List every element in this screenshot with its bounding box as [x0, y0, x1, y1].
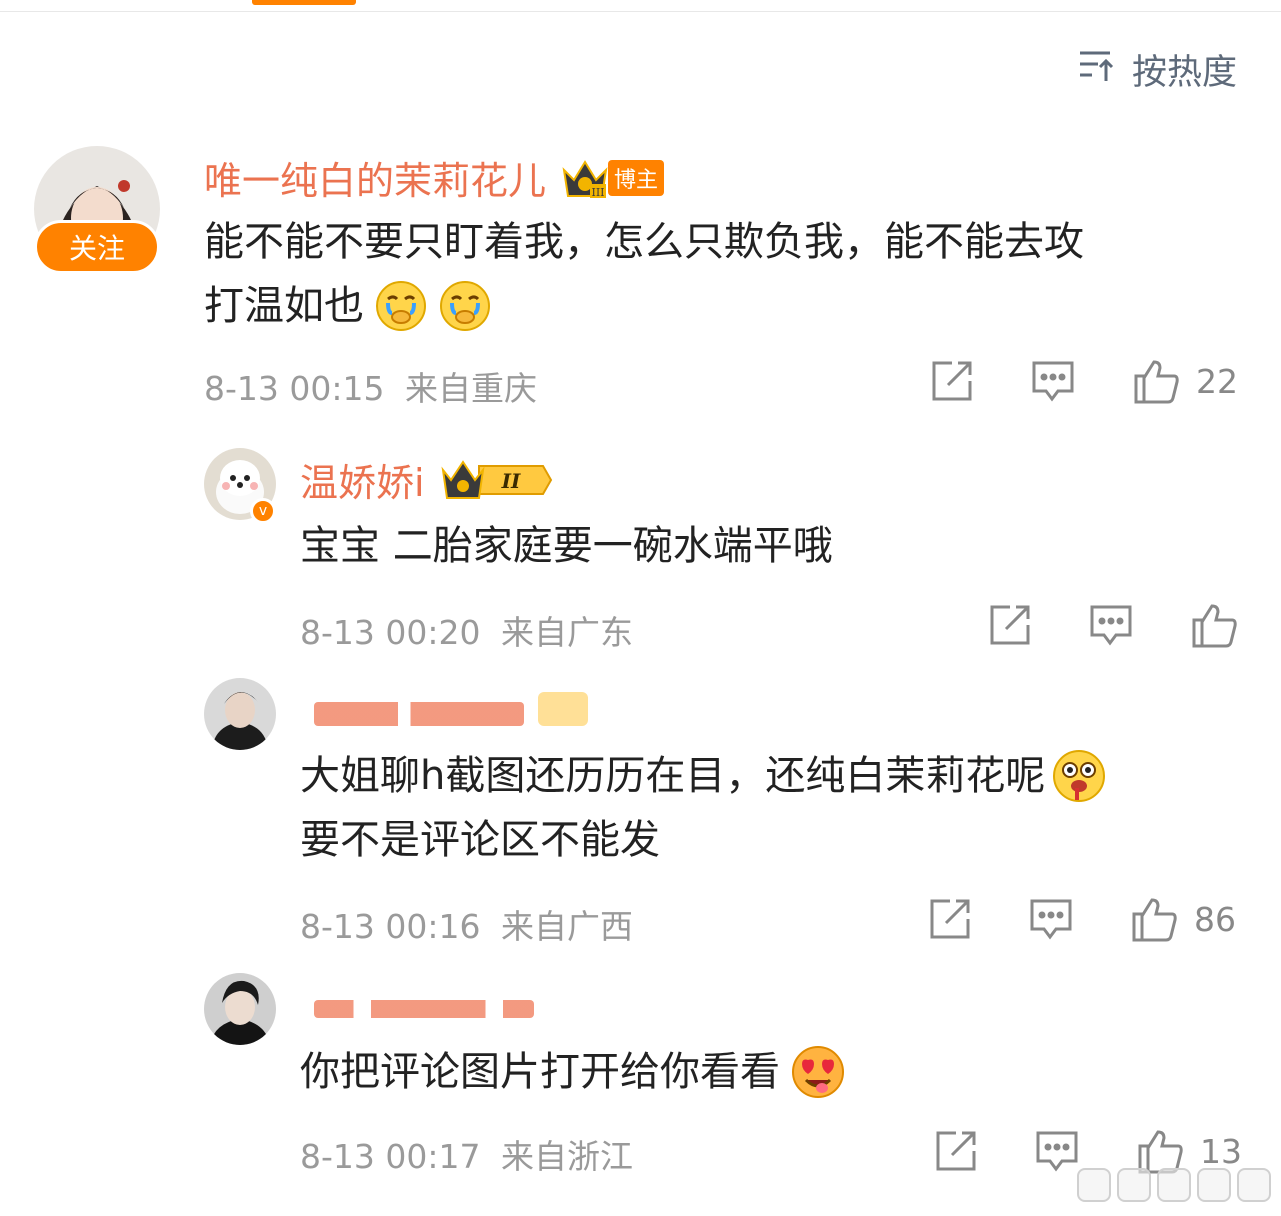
- like-count: 86: [1194, 899, 1236, 939]
- avatar[interactable]: [204, 973, 276, 1045]
- verified-icon: v: [250, 498, 276, 524]
- share-icon: [990, 605, 1030, 645]
- comment-date: 8-13 00:15: [204, 369, 385, 408]
- redacted-username: [314, 1000, 534, 1018]
- comment-text: 能不能不要只盯着我，怎么只欺负我，能不能去攻: [204, 219, 1084, 265]
- username[interactable]: 唯一纯白的茉莉花儿: [204, 150, 546, 205]
- sort-label: 按热度: [1131, 53, 1237, 93]
- username[interactable]: 温娇娇i: [300, 452, 425, 507]
- share-icon: [932, 361, 972, 401]
- reply-button[interactable]: [1088, 603, 1134, 647]
- comment-text: 你把评论图片打开给你看看: [300, 1049, 780, 1095]
- active-tab-indicator: [252, 0, 356, 5]
- like-button[interactable]: [1190, 602, 1238, 648]
- blogger-crown-badge: III 博主: [560, 156, 665, 200]
- like-button[interactable]: 86: [1130, 896, 1236, 942]
- tongue-bleeding-emoji: [1051, 748, 1107, 804]
- share-button[interactable]: [928, 897, 972, 941]
- redacted-username: [314, 702, 524, 726]
- comment-date: 8-13 00:17: [300, 1137, 481, 1176]
- share-button[interactable]: [988, 603, 1032, 647]
- avatar[interactable]: [204, 678, 276, 750]
- comment-icon: [1032, 361, 1074, 402]
- comment-location: 来自重庆: [405, 369, 537, 408]
- comment-text: 打温如也: [204, 283, 364, 329]
- reply-button[interactable]: [1034, 1129, 1080, 1173]
- blogger-label: 博主: [608, 159, 665, 196]
- comment-location: 来自广西: [501, 907, 633, 946]
- svg-text:III: III: [591, 186, 604, 199]
- comment-date: 8-13 00:20: [300, 613, 481, 652]
- cry-emoji: [374, 279, 428, 333]
- reply-button[interactable]: [1028, 897, 1074, 941]
- sort-icon: [1078, 45, 1118, 94]
- comment-text: 宝宝 二胎家庭要一碗水端平哦: [300, 523, 833, 569]
- redacted-badge: [538, 692, 588, 726]
- comment-location: 来自浙江: [501, 1137, 633, 1176]
- cry-emoji: [438, 279, 492, 333]
- comment-icon: [1090, 605, 1132, 646]
- follow-button[interactable]: 关注: [34, 220, 160, 274]
- thumbs-up-icon: [1192, 604, 1237, 648]
- comment-date: 8-13 00:16: [300, 907, 481, 946]
- crown-level-icon: II: [441, 459, 552, 499]
- reply-button[interactable]: [1030, 359, 1076, 403]
- comment-icon: [1030, 899, 1072, 940]
- comment-icon: [1036, 1131, 1078, 1172]
- top-divider: [0, 11, 1281, 12]
- share-icon: [930, 899, 970, 939]
- thumbs-up-icon: [1132, 898, 1177, 942]
- level-badge: II: [439, 458, 555, 502]
- share-icon: [936, 1131, 976, 1171]
- like-count: 22: [1196, 361, 1238, 401]
- like-count: 13: [1200, 1131, 1242, 1171]
- comment-location: 来自广东: [501, 613, 633, 652]
- sort-by-hot-button[interactable]: 按热度: [1078, 44, 1237, 95]
- comment-text: 大姐聊h截图还历历在目，还纯白茉莉花呢: [300, 753, 1046, 799]
- thumbs-up-icon: [1134, 360, 1179, 404]
- level-text: II: [500, 469, 520, 493]
- share-button[interactable]: [930, 359, 974, 403]
- watermark-logo: [1077, 1168, 1271, 1202]
- comment-text: 要不是评论区不能发: [300, 817, 660, 863]
- like-button[interactable]: 22: [1132, 358, 1238, 404]
- share-button[interactable]: [934, 1129, 978, 1173]
- crown-icon: III: [562, 159, 608, 199]
- heart-eyes-emoji: [790, 1044, 846, 1100]
